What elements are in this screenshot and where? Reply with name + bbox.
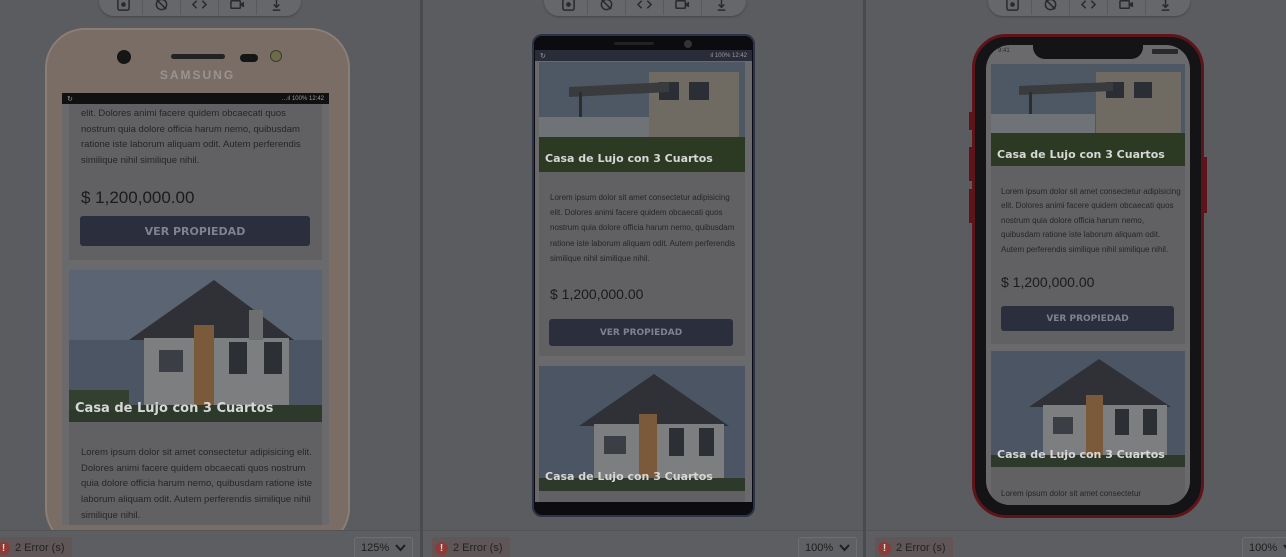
touch-icon[interactable] [1146,0,1184,15]
card-description: Lorem ipsum dolor sit amet consectetur a… [550,193,735,263]
zoom-select[interactable]: 100% [1242,537,1286,557]
card-title: Casa de Lujo con 3 Cuartos [997,448,1165,461]
touch-icon[interactable] [702,0,740,15]
status-bar: ↻ ıl 100% 12:42 [535,50,752,61]
device-toolbar [99,0,301,16]
property-card-1: elit. Dolores animi facere quidem obcaec… [69,104,322,260]
screenshot-icon[interactable] [550,0,588,15]
notch [1033,45,1143,59]
card-description: Lorem ipsum dolor sit amet consectetur a… [1001,187,1181,254]
house-photo [69,270,322,422]
error-badge[interactable]: ! 2 Error (s) [0,537,72,557]
device-toolbar [988,0,1190,16]
status-time: 12:42 [731,52,747,59]
panel-footer: ! 2 Error (s) 100% [866,530,1286,557]
error-icon: ! [435,541,448,555]
earpiece-speaker [171,54,225,59]
error-badge[interactable]: ! 2 Error (s) [875,537,953,557]
error-count: 2 Error (s) [896,542,946,554]
zoom-value: 100% [1249,542,1278,554]
zoom-select[interactable]: 125% [354,537,414,557]
code-icon[interactable] [626,0,664,15]
panel-footer: ! 2 Error (s) 100% [423,530,863,557]
card-title: Casa de Lujo con 3 Cuartos [997,148,1165,161]
rotate-icon[interactable] [143,0,181,15]
property-card-2: Casa de Lujo con 3 Cuartos Lorem ipsum d… [991,351,1185,505]
front-camera [117,50,131,64]
front-camera [684,40,692,48]
panel-footer: ! 2 Error (s) 125% [0,530,420,557]
proximity-sensor [240,54,258,62]
property-card-1: Casa de Lujo con 3 Cuartos Lorem ipsum d… [539,62,745,356]
galaxy-screen: ↻ ıl 100% 12:42 Casa de Lujo con 3 Cuart… [535,50,752,502]
property-card-2: Casa de Lujo con 3 Cuartos [539,366,745,502]
card-title: Casa de Lujo con 3 Cuartos [545,470,713,483]
card-description: elit. Dolores animi facere quidem obcaec… [81,108,301,167]
refresh-status-icon: ↻ [67,95,73,103]
property-card-2: Casa de Lujo con 3 Cuartos Lorem ipsum d… [69,270,322,525]
video-icon[interactable] [219,0,257,15]
code-icon[interactable] [181,0,219,15]
chevron-down-icon [839,544,850,552]
rotate-icon[interactable] [588,0,626,15]
screenshot-icon[interactable] [105,0,143,15]
sensor-dot [270,50,282,62]
error-count: 2 Error (s) [15,542,65,554]
zoom-value: 125% [361,542,390,554]
status-time: 12:42 [308,95,324,102]
ver-propiedad-button[interactable]: VER PROPIEDAD [80,216,310,246]
preview-panel-samsung: SAMSUNG ↻ …ıl 100% 12:42 elit. Dolores a… [0,0,420,557]
rotate-icon[interactable] [1032,0,1070,15]
error-badge[interactable]: ! 2 Error (s) [432,537,510,557]
chevron-down-icon [395,544,406,552]
status-icons [1152,49,1178,54]
earpiece-speaker [614,42,654,45]
preview-panel-iphone: 9:41 Casa de Lujo con 3 Cuartos Lorem ip… [866,0,1286,557]
error-icon: ! [878,541,891,555]
card-title: Casa de Lujo con 3 Cuartos [75,401,274,416]
power-button [1204,157,1207,213]
code-icon[interactable] [1070,0,1108,15]
card-price: $ 1,200,000.00 [81,188,195,207]
screenshot-icon[interactable] [994,0,1032,15]
samsung-screen: ↻ …ıl 100% 12:42 elit. Dolores animi fac… [62,93,329,525]
ver-propiedad-button[interactable]: VER PROPIEDAD [549,319,733,346]
error-count: 2 Error (s) [453,542,503,554]
card-price: $ 1,200,000.00 [1001,274,1095,290]
video-icon[interactable] [664,0,702,15]
status-bar: ↻ …ıl 100% 12:42 [62,93,329,104]
card-description: Lorem ipsum dolor sit amet consectetur a… [81,447,313,521]
card-price: $ 1,200,000.00 [550,286,644,302]
video-icon[interactable] [1108,0,1146,15]
zoom-value: 100% [805,542,834,554]
iphone-screen: 9:41 Casa de Lujo con 3 Cuartos Lorem ip… [986,45,1190,505]
card-title: Casa de Lujo con 3 Cuartos [545,152,713,165]
preview-panel-galaxy: ↻ ıl 100% 12:42 Casa de Lujo con 3 Cuart… [423,0,863,557]
refresh-status-icon: ↻ [540,52,546,60]
status-signal: …ıl 100% [281,95,308,102]
property-card-1: Casa de Lujo con 3 Cuartos Lorem ipsum d… [991,64,1185,344]
status-time: 9:41 [998,48,1010,54]
volume-up-button [969,147,972,181]
side-button [969,112,972,130]
touch-icon[interactable] [257,0,295,15]
device-toolbar [544,0,746,16]
volume-down-button [969,189,972,223]
status-signal: ıl 100% [710,52,731,59]
zoom-select[interactable]: 100% [798,537,858,557]
card-description: Lorem ipsum dolor sit amet consectetur [1001,489,1142,498]
error-icon: ! [0,541,10,555]
house-image [69,270,322,422]
samsung-logo: SAMSUNG [159,68,236,82]
ver-propiedad-button[interactable]: VER PROPIEDAD [1001,306,1174,331]
